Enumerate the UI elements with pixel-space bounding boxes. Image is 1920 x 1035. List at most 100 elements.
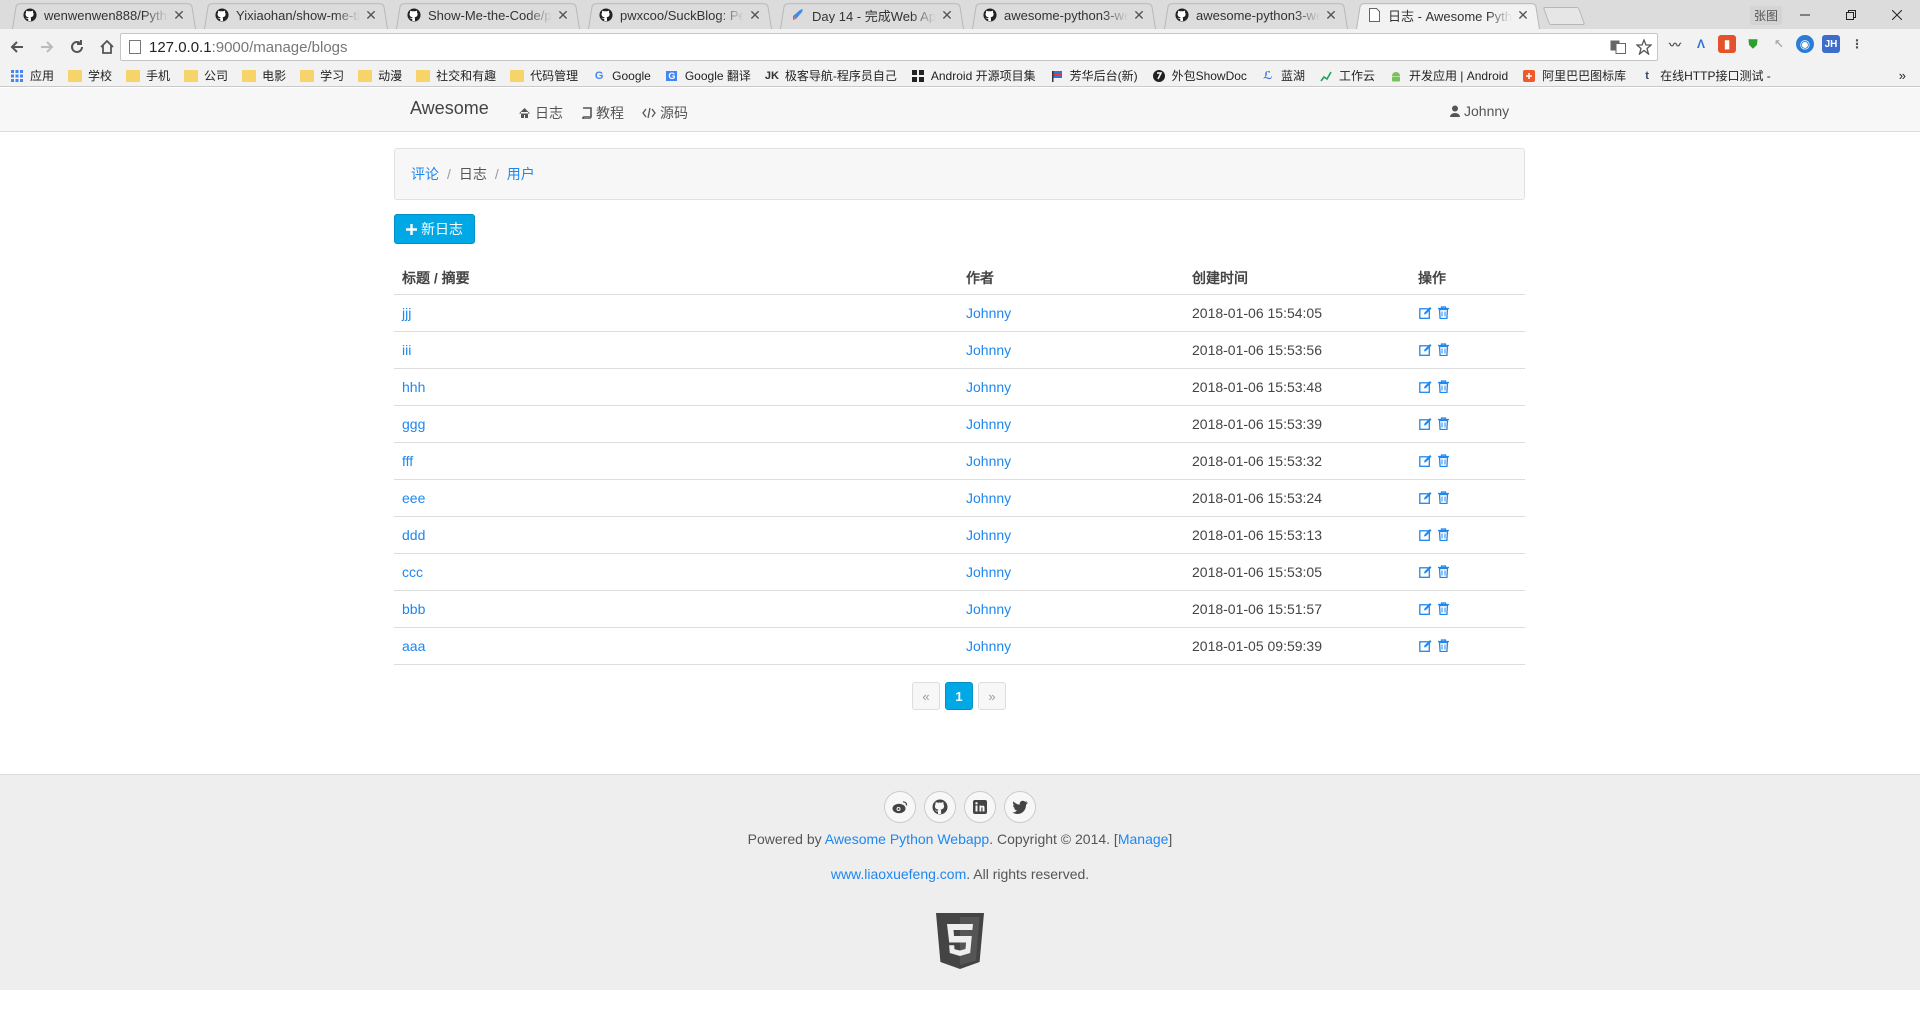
forward-icon[interactable] [34,34,60,60]
new-blog-button[interactable]: 新日志 [394,214,475,244]
trash-icon[interactable] [1436,491,1450,505]
profile-badge[interactable]: 张图 [1749,6,1782,25]
bookmark-item[interactable]: 动漫 [358,67,402,84]
edit-icon[interactable] [1418,343,1432,357]
bookmark-item[interactable]: G Google [592,69,651,83]
page-button[interactable]: 1 [945,682,973,710]
linkedin-icon[interactable] [964,791,996,823]
bookmark-item[interactable]: G Google 翻译 [665,67,751,84]
tab-close-icon[interactable]: ✕ [364,7,378,23]
minimize-icon[interactable] [1782,0,1828,29]
next-page-button[interactable]: » [978,682,1006,710]
author-link[interactable]: Johnny [966,638,1011,654]
bookmark-item[interactable]: 社交和有趣 [416,67,496,84]
new-tab-button[interactable] [1542,7,1586,25]
browser-tab[interactable]: 日志 - Awesome Pytho ✕ [1352,0,1544,29]
tab-close-icon[interactable]: ✕ [172,7,186,23]
awesome-webapp-link[interactable]: Awesome Python Webapp [825,831,989,847]
bookmark-item[interactable]: 学习 [300,67,344,84]
bookmark-item[interactable]: Android 开源项目集 [911,67,1036,84]
author-link[interactable]: Johnny [966,453,1011,469]
browser-tab[interactable]: awesome-python3-we ✕ [1160,0,1352,29]
edit-icon[interactable] [1418,639,1432,653]
trash-icon[interactable] [1436,306,1450,320]
trash-icon[interactable] [1436,602,1450,616]
url-text[interactable]: 127.0.0.1:9000/manage/blogs [149,39,1605,56]
tab-close-icon[interactable]: ✕ [1132,7,1146,23]
author-link[interactable]: Johnny [966,601,1011,617]
author-link[interactable]: Johnny [966,564,1011,580]
bookmark-item[interactable]: 电影 [242,67,286,84]
edit-icon[interactable] [1418,565,1432,579]
github-icon[interactable] [924,791,956,823]
bookmark-star-icon[interactable] [1631,39,1657,55]
close-window-icon[interactable] [1874,0,1920,29]
trash-icon[interactable] [1436,454,1450,468]
author-link[interactable]: Johnny [966,342,1011,358]
prev-page-button[interactable]: « [912,682,940,710]
bookmark-item[interactable]: 开发应用 | Android [1389,67,1508,84]
bookmark-item[interactable]: 工作云 [1319,67,1375,84]
trash-icon[interactable] [1436,528,1450,542]
nav-item-blogs[interactable]: 日志 [518,103,563,123]
trash-icon[interactable] [1436,343,1450,357]
author-link[interactable]: Johnny [966,490,1011,506]
tab-close-icon[interactable]: ✕ [748,7,762,23]
extension-jh-icon[interactable]: JH [1822,35,1840,53]
browser-tab[interactable]: wenwenwen888/Pytho ✕ [8,0,200,29]
extension-a-icon[interactable]: Λ [1692,35,1710,53]
blog-title-link[interactable]: jjj [402,305,411,321]
trash-icon[interactable] [1436,639,1450,653]
tab-close-icon[interactable]: ✕ [940,7,954,23]
edit-icon[interactable] [1418,417,1432,431]
bookmark-item[interactable]: 外包ShowDoc [1152,67,1247,84]
tab-close-icon[interactable]: ✕ [1516,7,1530,23]
bookmark-item[interactable]: t 在线HTTP接口测试 - [1640,67,1771,84]
browser-tab[interactable]: awesome-python3-we ✕ [968,0,1160,29]
blog-title-link[interactable]: eee [402,490,425,506]
nav-item-source[interactable]: 源码 [642,103,688,123]
translate-icon[interactable] [1605,40,1631,54]
bookmark-item[interactable]: 芳华后台(新) [1050,67,1138,84]
bookmark-item[interactable]: 阿里巴巴图标库 [1522,67,1626,84]
menu-icon[interactable]: ⋮ [1848,35,1866,53]
trash-icon[interactable] [1436,417,1450,431]
blog-title-link[interactable]: hhh [402,379,425,395]
extension-shield-icon[interactable]: ⛊ [1744,35,1762,53]
edit-icon[interactable] [1418,380,1432,394]
site-link[interactable]: www.liaoxuefeng.com [831,866,966,882]
bookmark-item[interactable]: 应用 [10,67,54,84]
weibo-icon[interactable] [884,791,916,823]
extension-circle-icon[interactable]: ◉ [1796,35,1814,53]
blog-title-link[interactable]: ggg [402,416,425,432]
bookmark-item[interactable]: ℒ 蓝湖 [1261,67,1305,84]
bookmark-item[interactable]: 手机 [126,67,170,84]
edit-icon[interactable] [1418,454,1432,468]
home-button-icon[interactable] [94,34,120,60]
blog-title-link[interactable]: ddd [402,527,425,543]
twitter-icon[interactable] [1004,791,1036,823]
nav-user-menu[interactable]: Johnny [1450,103,1509,119]
reload-icon[interactable] [64,34,90,60]
bookmarks-overflow-button[interactable]: » [1899,68,1906,83]
address-bar[interactable]: 127.0.0.1:9000/manage/blogs [120,33,1658,61]
edit-icon[interactable] [1418,602,1432,616]
blog-title-link[interactable]: iii [402,342,411,358]
extension-wave-icon[interactable]: 〰 [1666,35,1684,53]
bookmark-item[interactable]: 公司 [184,67,228,84]
back-icon[interactable] [4,34,30,60]
blog-title-link[interactable]: bbb [402,601,425,617]
trash-icon[interactable] [1436,380,1450,394]
edit-icon[interactable] [1418,306,1432,320]
author-link[interactable]: Johnny [966,305,1011,321]
browser-tab[interactable]: pwxcoo/SuckBlog: Per ✕ [584,0,776,29]
bookmark-item[interactable]: 学校 [68,67,112,84]
author-link[interactable]: Johnny [966,379,1011,395]
bookmark-item[interactable]: JK 极客导航-程序员自己 [765,67,897,84]
breadcrumb-comments[interactable]: 评论 [411,164,439,184]
browser-tab[interactable]: Show-Me-the-Code/p ✕ [392,0,584,29]
trash-icon[interactable] [1436,565,1450,579]
blog-title-link[interactable]: fff [402,453,413,469]
edit-icon[interactable] [1418,528,1432,542]
tab-close-icon[interactable]: ✕ [556,7,570,23]
